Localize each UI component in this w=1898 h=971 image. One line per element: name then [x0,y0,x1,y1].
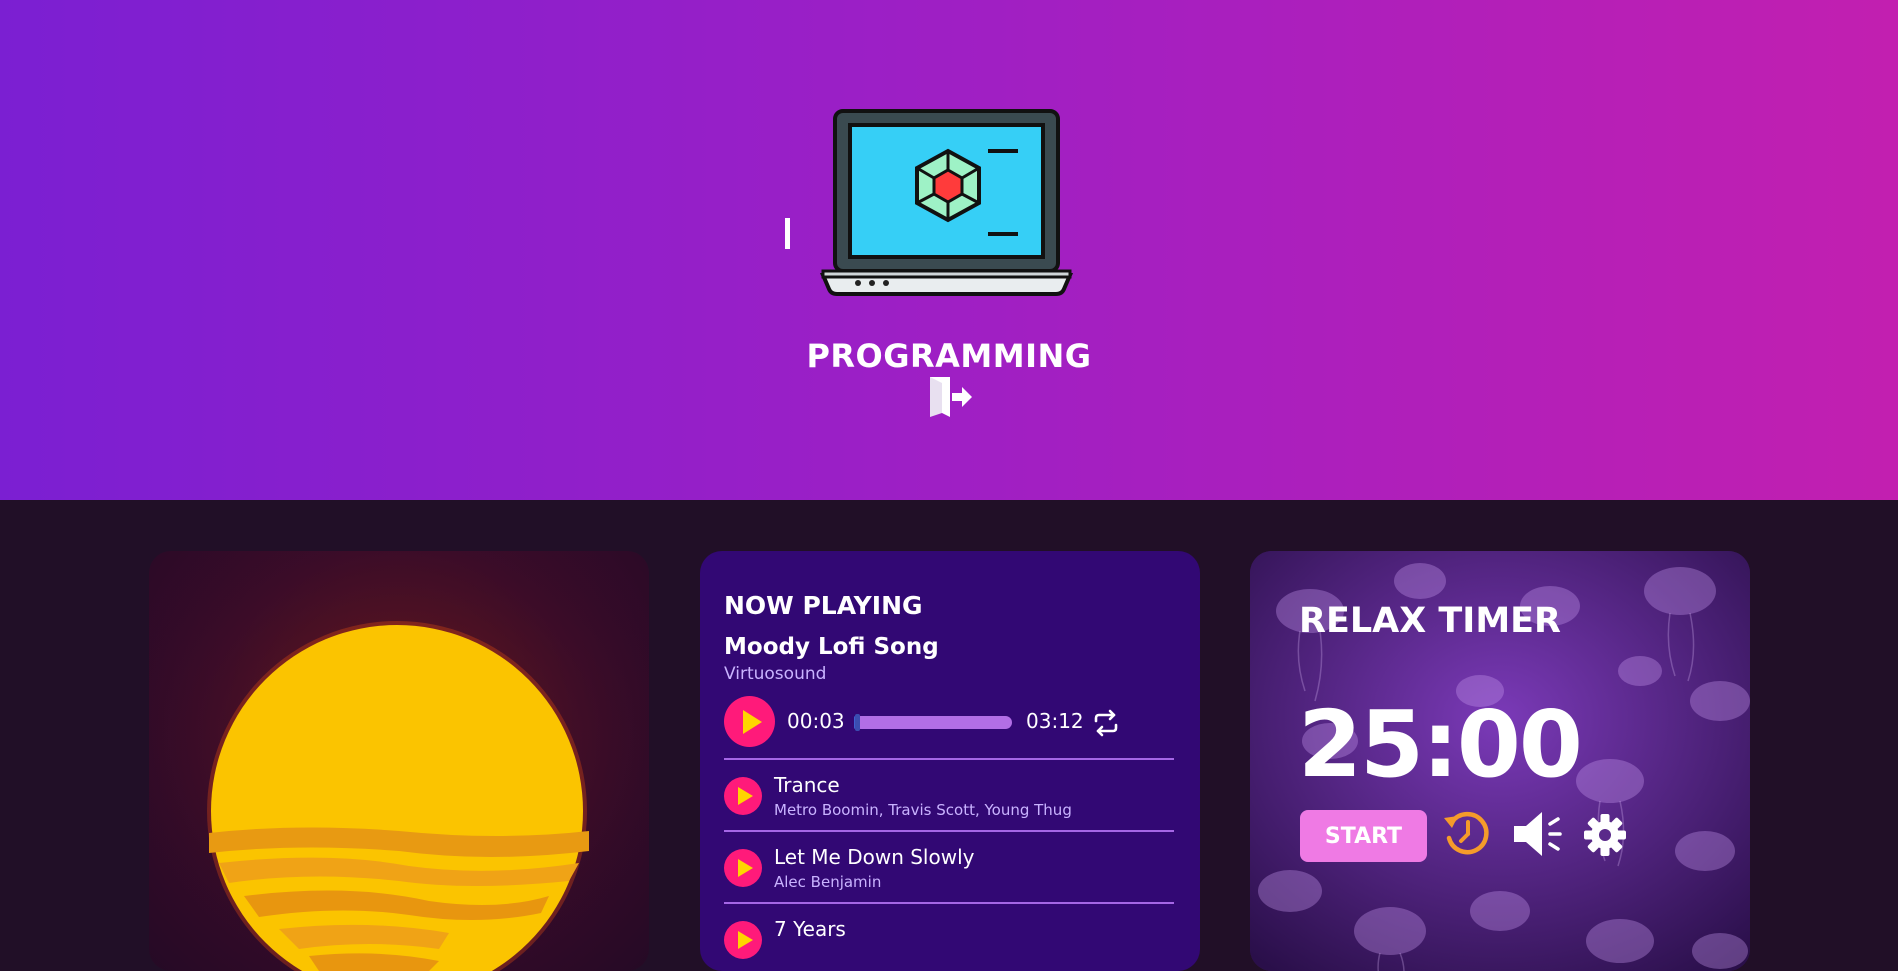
play-button[interactable] [724,696,775,747]
hero-banner: PROGRAMMING [0,0,1898,500]
laptop-icon [820,109,1073,296]
current-song-artist: Virtuosound [724,664,827,684]
exit-door-icon[interactable] [928,375,972,419]
start-button[interactable]: START [1300,810,1427,862]
total-time: 03:12 [1026,709,1084,733]
track-name: Trance [774,773,840,797]
track-artists: Alec Benjamin [774,873,882,891]
timer-heading: RELAX TIMER [1299,601,1562,641]
repeat-icon[interactable] [1092,709,1120,737]
track-play-button[interactable] [724,849,762,887]
current-time: 00:03 [787,709,845,733]
track-name: 7 Years [774,917,846,941]
progress-thumb[interactable] [854,714,860,731]
track-play-button[interactable] [724,921,762,959]
sunset-visual-card [149,551,649,971]
text-cursor [785,218,790,249]
track-name: Let Me Down Slowly [774,845,975,869]
category-title: PROGRAMMING [806,337,1092,375]
relax-timer-card: RELAX TIMER 25:00 START [1250,551,1750,971]
reset-timer-icon[interactable] [1442,808,1492,858]
gear-icon[interactable] [1583,813,1627,857]
track-artists: Metro Boomin, Travis Scott, Young Thug [774,801,1072,819]
playlist: Trance Metro Boomin, Travis Scott, Young… [724,758,1174,971]
playback-controls: 00:03 03:12 [724,696,1174,748]
now-playing-card: NOW PLAYING Moody Lofi Song Virtuosound … [700,551,1200,971]
volume-icon[interactable] [1512,810,1566,858]
playlist-item[interactable]: 7 Years [724,902,1174,971]
sunset-image [149,551,649,971]
timer-display: 25:00 [1298,691,1583,798]
track-play-button[interactable] [724,777,762,815]
current-song-title: Moody Lofi Song [724,634,939,660]
playlist-item[interactable]: Trance Metro Boomin, Travis Scott, Young… [724,758,1174,830]
now-playing-heading: NOW PLAYING [724,591,923,620]
playlist-item[interactable]: Let Me Down Slowly Alec Benjamin [724,830,1174,902]
progress-bar[interactable] [854,714,1012,731]
